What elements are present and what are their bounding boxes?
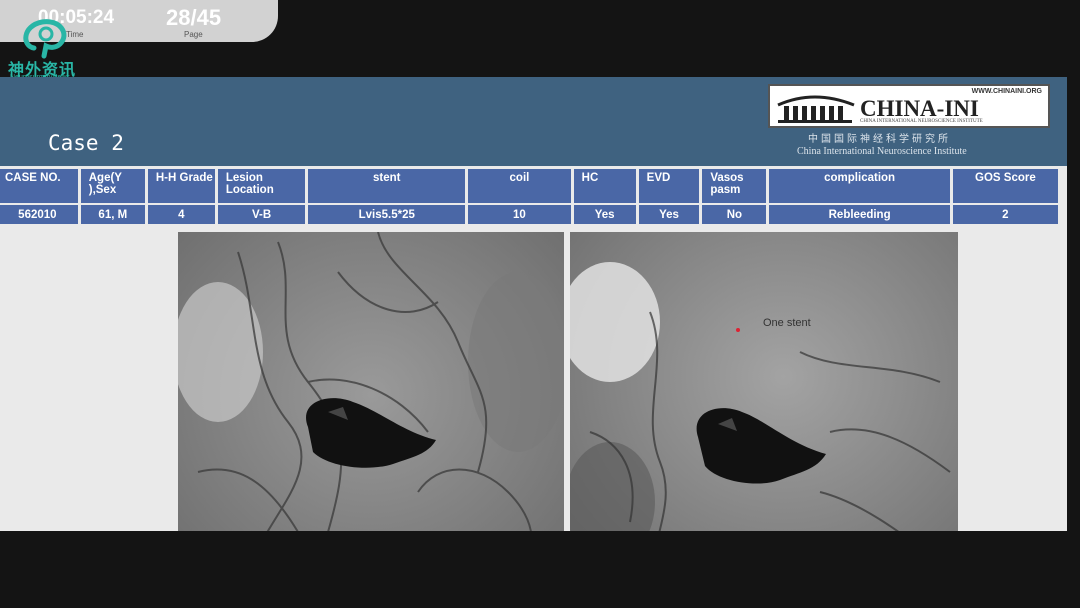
- table-cell: Yes: [638, 205, 700, 224]
- table-header-row: CASE NO. Age(Y ),Sex H-H Grade Lesion Lo…: [0, 169, 1058, 203]
- table-row: 562010 61, M 4 V-B Lvis5.5*25 10 Yes Yes…: [0, 205, 1058, 224]
- table-cell: Rebleeding: [769, 205, 950, 224]
- column-header: CASE NO.: [0, 169, 78, 203]
- angiogram-right: One stent: [570, 232, 958, 531]
- table-cell: No: [702, 205, 767, 224]
- institute-url: WWW.CHINAINI.ORG: [971, 88, 1042, 95]
- column-header: Lesion Location: [217, 169, 306, 203]
- institute-name-en: China International Neuroscience Institu…: [797, 146, 967, 157]
- table-cell: Yes: [573, 205, 636, 224]
- column-header: Vasos pasm: [702, 169, 767, 203]
- angiogram-left: [178, 232, 564, 531]
- building-icon: [777, 95, 855, 123]
- column-header: stent: [308, 169, 466, 203]
- page-counter: 28/45: [166, 5, 222, 30]
- institute-subline: CHINA INTERNATIONAL NEUROSCIENCE INSTITU…: [860, 119, 983, 124]
- column-header: H-H Grade: [147, 169, 215, 203]
- case-table: CASE NO. Age(Y ),Sex H-H Grade Lesion Lo…: [0, 167, 1061, 226]
- presentation-slide: Case 2 WWW.CHINAINI.ORG CHINA-INI CHINA …: [0, 77, 1067, 531]
- china-ini-logo: WWW.CHINAINI.ORG CHINA-INI CHINA INTERNA…: [768, 84, 1050, 128]
- table-cell: 4: [147, 205, 215, 224]
- table-cell: 2: [952, 205, 1058, 224]
- slide-header: Case 2 WWW.CHINAINI.ORG CHINA-INI CHINA …: [0, 77, 1067, 166]
- slide-title: Case 2: [48, 131, 124, 155]
- table-cell: V-B: [217, 205, 306, 224]
- column-header: complication: [769, 169, 950, 203]
- stent-annotation: One stent: [763, 317, 811, 329]
- table-cell: 61, M: [80, 205, 145, 224]
- column-header: Age(Y ),Sex: [80, 169, 145, 203]
- table-cell: 562010: [0, 205, 78, 224]
- column-header: EVD: [638, 169, 700, 203]
- institute-name-cn: 中国国际神经科学研究所: [808, 134, 951, 145]
- column-header: coil: [468, 169, 571, 203]
- page-counter-label: Page: [184, 30, 203, 39]
- table-cell: Lvis5.5*25: [308, 205, 466, 224]
- column-header: GOS Score: [952, 169, 1058, 203]
- table-cell: 10: [468, 205, 571, 224]
- column-header: HC: [573, 169, 636, 203]
- annotation-pointer: [736, 328, 740, 332]
